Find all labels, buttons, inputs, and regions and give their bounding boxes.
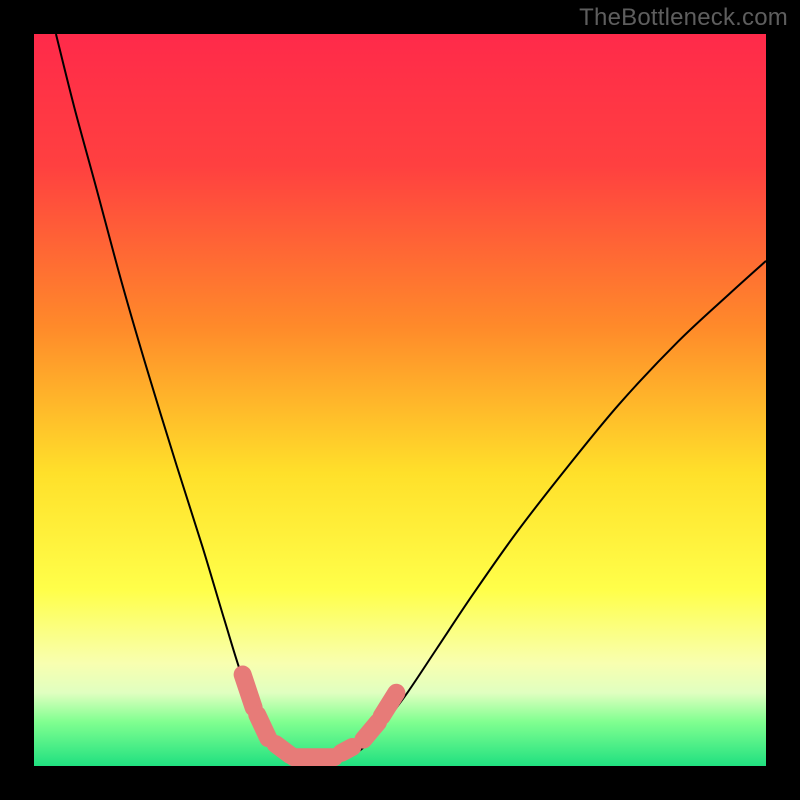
marker-segment: [243, 675, 254, 708]
marker-segment: [382, 693, 397, 716]
figure-frame: TheBottleneck.com: [0, 0, 800, 800]
marker-segment: [341, 747, 352, 753]
marker-segment: [363, 722, 378, 740]
marker-group: [34, 34, 766, 766]
plot-area: [34, 34, 766, 766]
watermark-text: TheBottleneck.com: [579, 4, 788, 32]
marker-segment: [257, 715, 268, 738]
